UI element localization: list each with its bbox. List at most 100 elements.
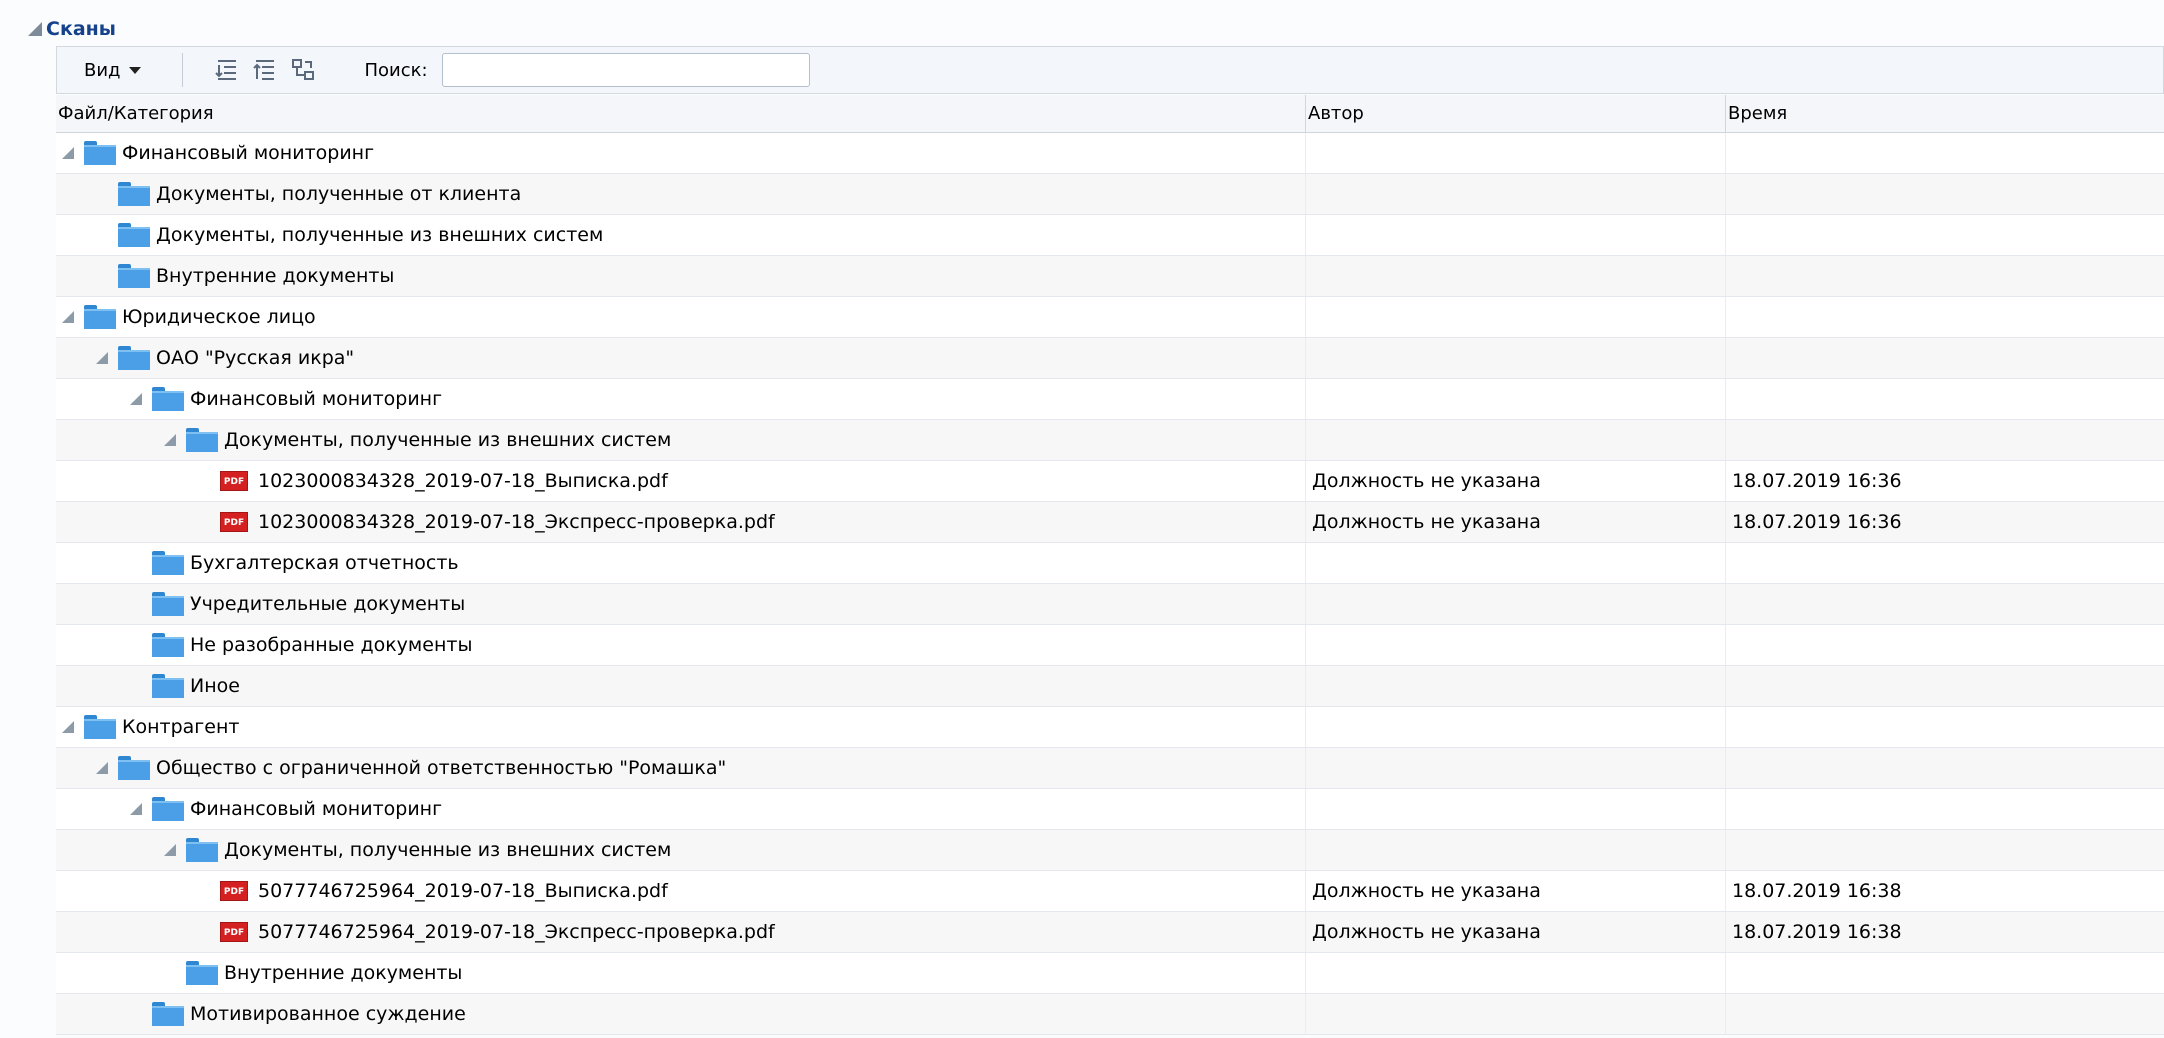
folder-icon xyxy=(84,715,116,739)
cell-name: Внутренние документы xyxy=(56,953,1306,993)
panel-collapse-icon[interactable] xyxy=(28,22,42,36)
search-label: Поиск: xyxy=(364,59,428,81)
cell-time xyxy=(1726,584,2164,624)
file-name[interactable]: 1023000834328_2019-07-18_Выписка.pdf xyxy=(258,461,668,501)
cell-name: PDF 5077746725964_2019-07-18_Выписка.pdf xyxy=(56,871,1306,911)
collapse-all-icon[interactable] xyxy=(249,53,281,87)
panel-title: Сканы xyxy=(46,18,116,40)
cell-author xyxy=(1306,133,1726,173)
table-row[interactable]: Документы, полученные от клиента xyxy=(56,174,2164,215)
table-row[interactable]: PDF 5077746725964_2019-07-18_Экспресс-про… xyxy=(56,912,2164,953)
cell-time: 18.07.2019 16:36 xyxy=(1732,470,1902,492)
cell-author xyxy=(1306,584,1726,624)
cell-time xyxy=(1726,748,2164,788)
cell-name: Внутренние документы xyxy=(56,256,1306,296)
cell-author xyxy=(1306,707,1726,747)
cell-time xyxy=(1726,215,2164,255)
panel-header: Сканы xyxy=(28,14,2164,44)
tree-expander-icon[interactable] xyxy=(164,844,176,856)
search-input[interactable] xyxy=(441,53,810,87)
category-name: Иное xyxy=(190,675,240,697)
table-row[interactable]: PDF 1023000834328_2019-07-18_Выписка.pdf Д… xyxy=(56,461,2164,502)
table-row[interactable]: Мотивированное суждение xyxy=(56,994,2164,1035)
cell-author xyxy=(1306,215,1726,255)
folder-icon xyxy=(152,797,184,821)
table-row[interactable]: Не разобранные документы xyxy=(56,625,2164,666)
category-name: Документы, полученные из внешних систем xyxy=(156,224,604,246)
category-name: Не разобранные документы xyxy=(190,634,473,656)
cell-author xyxy=(1306,830,1726,870)
cell-name: ОАО "Русская икра" xyxy=(56,338,1306,378)
folder-icon xyxy=(152,551,184,575)
cell-time xyxy=(1726,256,2164,296)
cell-author: Должность не указана xyxy=(1306,871,1726,911)
cell-name: Юридическое лицо xyxy=(56,297,1306,337)
tree-expander-icon[interactable] xyxy=(62,147,74,159)
folder-icon xyxy=(152,592,184,616)
tree-expander-icon[interactable] xyxy=(164,434,176,446)
table-row[interactable]: Бухгалтерская отчетность xyxy=(56,543,2164,584)
column-header-author[interactable]: Автор xyxy=(1306,95,1726,132)
tree-expander-icon[interactable] xyxy=(62,311,74,323)
cell-name: Учредительные документы xyxy=(56,584,1306,624)
pdf-file-icon: PDF xyxy=(220,922,248,942)
table-row[interactable]: Контрагент xyxy=(56,707,2164,748)
cell-time: 18.07.2019 16:38 xyxy=(1732,880,1902,902)
expand-all-icon[interactable] xyxy=(211,53,243,87)
cell-name: Документы, полученные из внешних систем xyxy=(56,215,1306,255)
table-row[interactable]: ОАО "Русская икра" xyxy=(56,338,2164,379)
file-name[interactable]: 5077746725964_2019-07-18_Экспресс-провер… xyxy=(258,912,775,952)
view-menu-label: Вид xyxy=(84,59,121,81)
table-row[interactable]: Финансовый мониторинг xyxy=(56,133,2164,174)
cell-author xyxy=(1306,666,1726,706)
tree-expander-icon[interactable] xyxy=(130,803,142,815)
column-header-time[interactable]: Время xyxy=(1726,95,2164,132)
toolbar-separator xyxy=(181,53,183,87)
cell-name: Контрагент xyxy=(56,707,1306,747)
table-row[interactable]: Внутренние документы xyxy=(56,953,2164,994)
table-row[interactable]: Юридическое лицо xyxy=(56,297,2164,338)
table-row[interactable]: PDF 1023000834328_2019-07-18_Экспресс-про… xyxy=(56,502,2164,543)
cell-time: 18.07.2019 16:38 xyxy=(1732,921,1902,943)
table-row[interactable]: Внутренние документы xyxy=(56,256,2164,297)
cell-author xyxy=(1306,420,1726,460)
table-row[interactable]: Учредительные документы xyxy=(56,584,2164,625)
category-name: Финансовый мониторинг xyxy=(122,142,375,164)
cell-time xyxy=(1726,543,2164,583)
cell-time xyxy=(1726,994,2164,1034)
category-name: ОАО "Русская икра" xyxy=(156,347,355,369)
file-name[interactable]: 5077746725964_2019-07-18_Выписка.pdf xyxy=(258,871,668,911)
tree-expander-icon[interactable] xyxy=(130,393,142,405)
category-name: Внутренние документы xyxy=(224,962,463,984)
pdf-file-icon: PDF xyxy=(220,881,248,901)
category-name: Контрагент xyxy=(122,716,240,738)
category-name: Общество с ограниченной ответственностью… xyxy=(156,757,727,779)
tree-expander-icon[interactable] xyxy=(96,352,108,364)
cell-name: Финансовый мониторинг xyxy=(56,379,1306,419)
cell-name: PDF 1023000834328_2019-07-18_Экспресс-про… xyxy=(56,502,1306,542)
cell-time xyxy=(1726,830,2164,870)
tree-refresh-icon[interactable] xyxy=(287,53,319,87)
table-row[interactable]: Документы, полученные из внешних систем xyxy=(56,420,2164,461)
folder-icon xyxy=(118,182,150,206)
category-name: Финансовый мониторинг xyxy=(190,388,443,410)
grid-header: Файл/Категория Автор Время xyxy=(56,95,2164,133)
table-row[interactable]: PDF 5077746725964_2019-07-18_Выписка.pdf Д… xyxy=(56,871,2164,912)
folder-icon xyxy=(186,961,218,985)
cell-time xyxy=(1726,953,2164,993)
column-header-file[interactable]: Файл/Категория xyxy=(56,95,1306,132)
table-row[interactable]: Общество с ограниченной ответственностью… xyxy=(56,748,2164,789)
folder-icon xyxy=(118,756,150,780)
cell-author xyxy=(1306,256,1726,296)
table-row[interactable]: Иное xyxy=(56,666,2164,707)
category-name: Учредительные документы xyxy=(190,593,466,615)
table-row[interactable]: Финансовый мониторинг xyxy=(56,789,2164,830)
table-row[interactable]: Финансовый мониторинг xyxy=(56,379,2164,420)
view-menu-button[interactable]: Вид xyxy=(69,52,156,88)
table-row[interactable]: Документы, полученные из внешних систем xyxy=(56,830,2164,871)
table-row[interactable]: Документы, полученные из внешних систем xyxy=(56,215,2164,256)
tree-expander-icon[interactable] xyxy=(96,762,108,774)
folder-icon xyxy=(118,346,150,370)
file-name[interactable]: 1023000834328_2019-07-18_Экспресс-провер… xyxy=(258,502,775,542)
tree-expander-icon[interactable] xyxy=(62,721,74,733)
